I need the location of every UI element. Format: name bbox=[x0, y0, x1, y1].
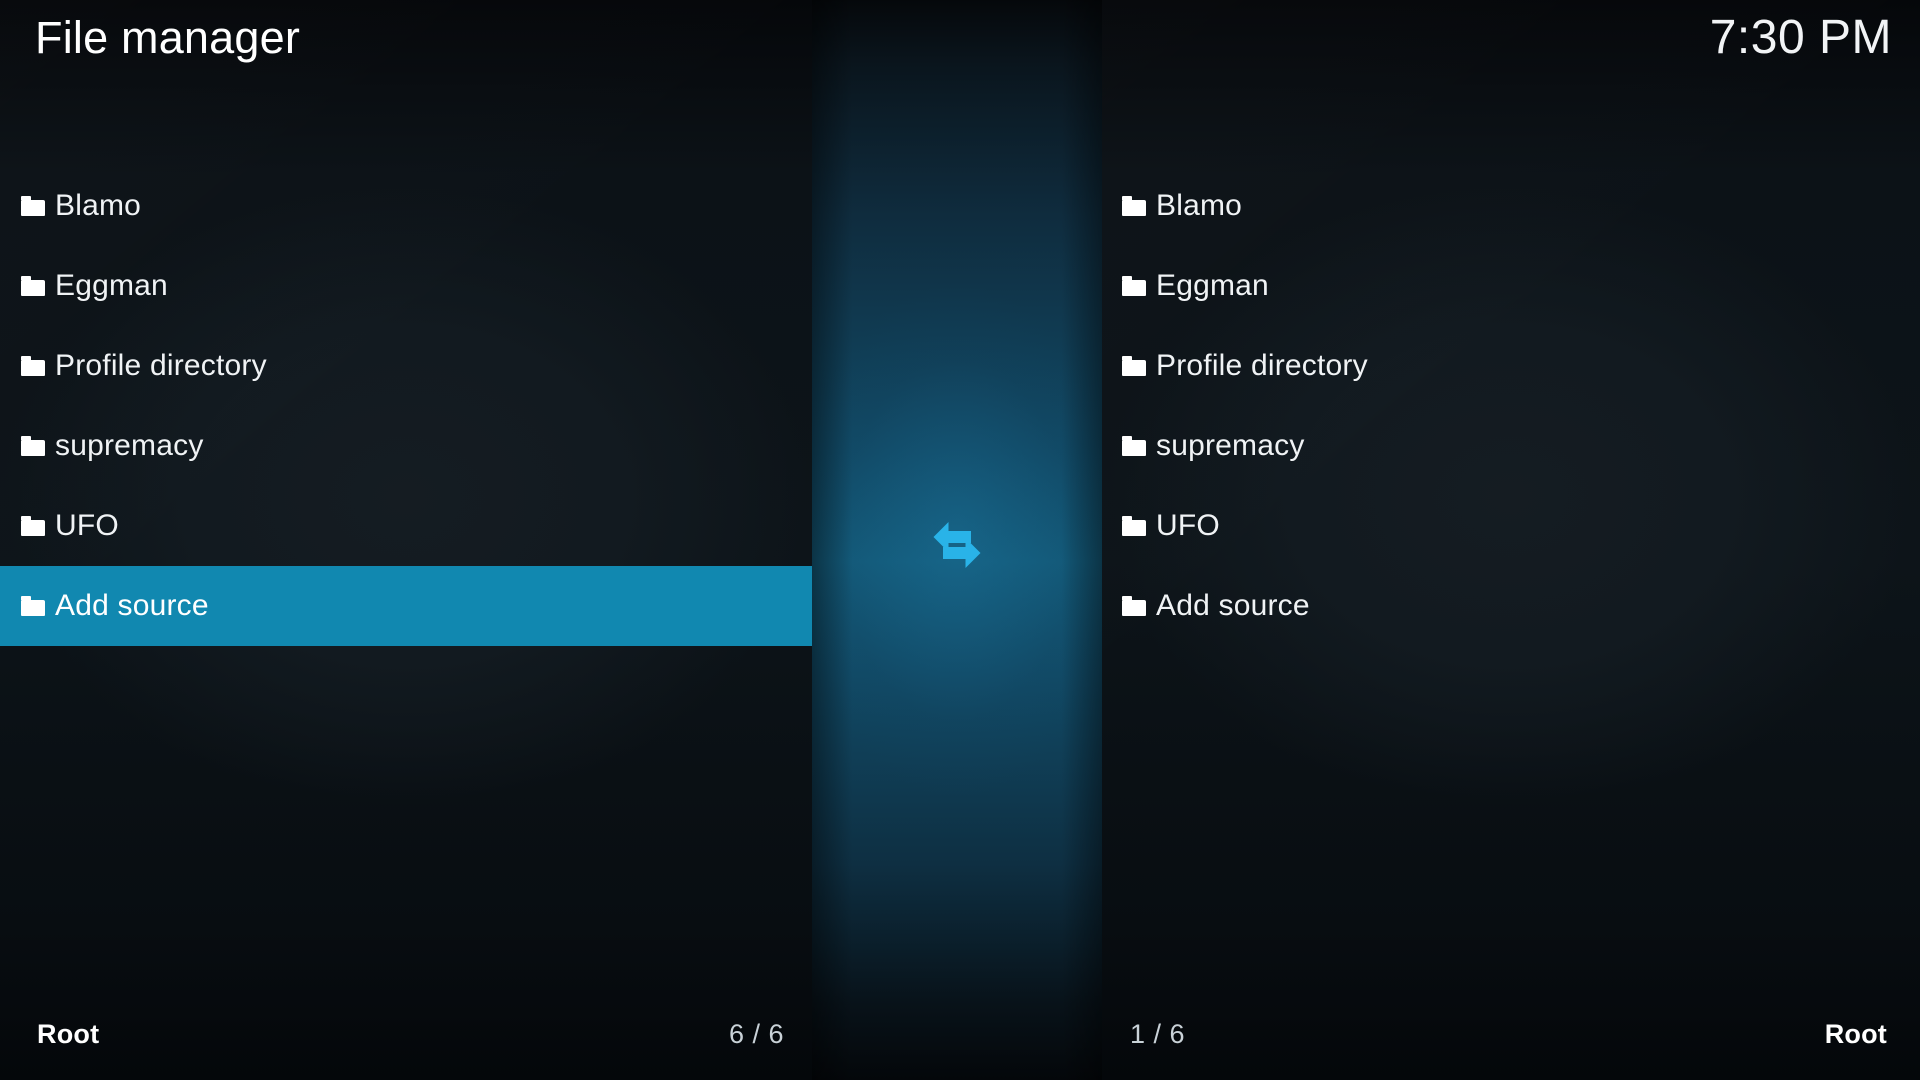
folder-icon bbox=[1122, 596, 1146, 616]
list-item-label: Blamo bbox=[1156, 189, 1243, 222]
right-footer-item-count: 1 / 6 bbox=[1130, 1018, 1186, 1049]
folder-icon bbox=[21, 196, 45, 216]
list-item-label: Eggman bbox=[55, 269, 168, 302]
list-item[interactable]: Eggman bbox=[0, 246, 812, 326]
folder-icon bbox=[21, 276, 45, 296]
list-item[interactable]: UFO bbox=[0, 486, 812, 566]
left-panel-footer: Root 6 / 6 bbox=[0, 988, 812, 1080]
list-item[interactable]: Eggman bbox=[1102, 246, 1920, 326]
folder-icon bbox=[1122, 436, 1146, 456]
right-panel-footer: 1 / 6 Root bbox=[1102, 988, 1920, 1080]
list-item[interactable]: Profile directory bbox=[0, 326, 812, 406]
folder-icon bbox=[21, 356, 45, 376]
right-file-list[interactable]: Blamo Eggman Profile directory supremacy UFO… bbox=[1102, 166, 1920, 646]
list-item[interactable]: supremacy bbox=[0, 406, 812, 486]
panel-splitter bbox=[812, 0, 1102, 1080]
swap-horizontal-arrows-icon[interactable] bbox=[921, 516, 993, 574]
clock: 7:30 PM bbox=[1709, 11, 1892, 64]
file-manager-window: File manager 7:30 PM Blamo Eggman Profile … bbox=[0, 0, 1920, 1080]
right-footer-path: Root bbox=[1824, 1018, 1887, 1049]
folder-icon bbox=[1122, 276, 1146, 296]
folder-icon bbox=[1122, 196, 1146, 216]
list-item-label: Profile directory bbox=[1156, 349, 1368, 382]
list-item[interactable]: Profile directory bbox=[1102, 326, 1920, 406]
folder-icon bbox=[1122, 356, 1146, 376]
list-item-label: supremacy bbox=[55, 429, 204, 462]
list-item-label: UFO bbox=[55, 509, 119, 542]
left-file-list[interactable]: Blamo Eggman Profile directory supremacy UFO… bbox=[0, 166, 812, 646]
list-item[interactable]: Blamo bbox=[1102, 166, 1920, 246]
list-item-label: supremacy bbox=[1156, 429, 1305, 462]
list-item[interactable]: Add source bbox=[1102, 566, 1920, 646]
list-item[interactable]: UFO bbox=[1102, 486, 1920, 566]
list-item-label: UFO bbox=[1156, 509, 1220, 542]
left-footer-path: Root bbox=[37, 1018, 100, 1049]
list-item-label: Blamo bbox=[55, 189, 142, 222]
list-item-label: Profile directory bbox=[55, 349, 267, 382]
folder-icon bbox=[1122, 516, 1146, 536]
list-item-label: Eggman bbox=[1156, 269, 1269, 302]
folder-icon bbox=[21, 596, 45, 616]
list-item-label: Add source bbox=[1156, 589, 1310, 622]
page-title: File manager bbox=[35, 12, 301, 63]
list-item[interactable]: supremacy bbox=[1102, 406, 1920, 486]
list-item[interactable]: Add source bbox=[0, 566, 812, 646]
list-item-label: Add source bbox=[55, 589, 209, 622]
folder-icon bbox=[21, 436, 45, 456]
folder-icon bbox=[21, 516, 45, 536]
list-item[interactable]: Blamo bbox=[0, 166, 812, 246]
left-footer-item-count: 6 / 6 bbox=[728, 1018, 784, 1049]
